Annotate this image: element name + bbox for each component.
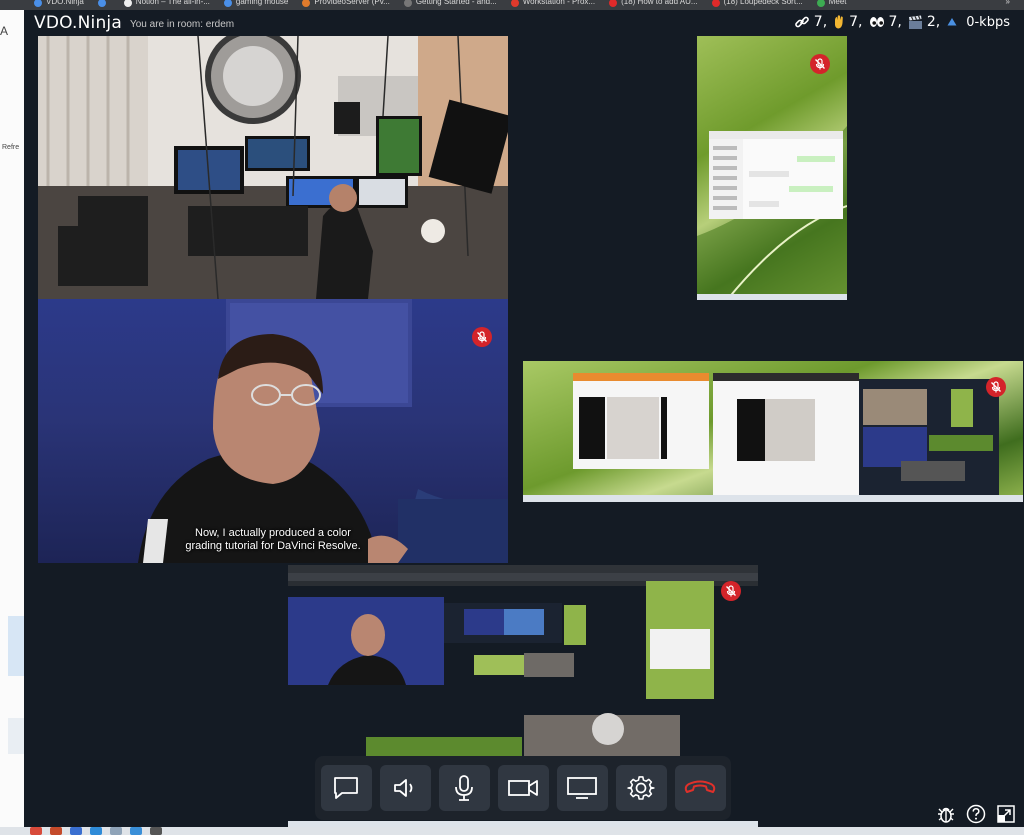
bug-icon[interactable] <box>936 804 956 824</box>
stat-hands[interactable]: 7, <box>833 14 863 30</box>
speaker-button[interactable] <box>379 765 431 811</box>
taskbar-app-icon[interactable] <box>70 827 82 835</box>
speaker-icon <box>394 779 413 797</box>
camera-icon <box>508 780 538 796</box>
desktop-screen-image <box>697 126 847 300</box>
stat-links-value: 7, <box>813 14 828 30</box>
screenshare-button[interactable] <box>556 765 608 811</box>
bookmark-favicon-icon <box>123 0 132 7</box>
muted-mic-icon <box>986 377 1006 397</box>
taskbar-app-icon[interactable] <box>90 827 102 835</box>
upload-arrow-icon <box>947 18 957 26</box>
stat-scenes-value: 2, <box>926 14 941 30</box>
bookmark-label: VDO.Ninja <box>46 0 84 6</box>
hangup-button[interactable] <box>674 765 726 811</box>
bookmark-item[interactable] <box>97 0 110 10</box>
muted-mic-icon <box>721 581 741 601</box>
top-bar: VDO.Ninja You are in room: erdem 7, 7, 7… <box>24 10 1024 36</box>
underlying-block <box>8 616 24 676</box>
stat-viewers[interactable]: 7, <box>869 14 902 30</box>
muted-mic-icon <box>810 54 830 74</box>
bookmark-item[interactable]: Workstation - Prox... <box>510 0 596 10</box>
chat-button[interactable] <box>320 765 372 811</box>
bookmark-item[interactable]: Getting Started - and... <box>403 0 497 10</box>
studio-video-image <box>38 36 508 299</box>
video-tile-desktop-portrait[interactable] <box>697 36 847 300</box>
bookmark-label: Getting Started - and... <box>415 0 497 6</box>
bookmark-favicon-icon <box>34 0 42 7</box>
taskbar-app-icon[interactable] <box>50 827 62 835</box>
link-icon <box>794 16 809 28</box>
settings-button[interactable] <box>615 765 667 811</box>
bookmark-item[interactable]: Meet <box>816 0 847 10</box>
video-tile-desktop-wide[interactable] <box>523 361 1023 502</box>
underlying-block <box>8 718 24 754</box>
bookmark-item[interactable]: (18) Loupedeck Sort... <box>711 0 803 10</box>
bookmark-favicon-icon <box>223 0 232 7</box>
muted-mic-icon <box>472 327 492 347</box>
vdo-ninja-app: VDO.Ninja You are in room: erdem 7, 7, 7… <box>24 10 1024 827</box>
resize-icon[interactable] <box>996 804 1016 824</box>
camera-button[interactable] <box>497 765 549 811</box>
stat-links[interactable]: 7, <box>794 14 827 30</box>
mic-button[interactable] <box>438 765 490 811</box>
caption-line-1: Now, I actually produced a color <box>195 527 351 539</box>
bookmark-item[interactable]: VDO.Ninja <box>34 0 84 10</box>
bookmark-favicon-icon <box>97 0 106 7</box>
bookmarks-overflow-button[interactable]: » <box>1006 0 1010 10</box>
taskbar-app-icon[interactable] <box>110 827 122 835</box>
speaker-video-image <box>138 299 508 563</box>
underlying-refresh-text: Refre <box>2 144 20 151</box>
stat-bitrate-value: 0-kbps <box>966 14 1010 30</box>
stat-scenes[interactable]: 2, <box>908 14 940 30</box>
bookmark-label: (18) Loupedeck Sort... <box>723 0 803 6</box>
bookmark-item[interactable]: ProvideoServer (Pv... <box>302 0 390 10</box>
bookmark-item[interactable]: gaming mouse <box>223 0 289 10</box>
bookmark-label: gaming mouse <box>235 0 289 6</box>
gear-icon <box>627 776 655 800</box>
bookmark-label: Workstation - Prox... <box>522 0 596 6</box>
bookmark-favicon-icon <box>609 0 618 7</box>
clapper-icon <box>908 15 922 29</box>
hangup-icon <box>684 780 716 793</box>
video-tile-studio[interactable] <box>38 36 508 299</box>
chat-icon <box>334 777 358 799</box>
os-taskbar <box>0 827 1024 835</box>
bookmark-favicon-icon <box>711 0 720 7</box>
taskbar-app-icon[interactable] <box>150 827 162 835</box>
stats-bar: 7, 7, 7, 2, 0-kbps <box>794 14 1010 30</box>
taskbar-app-icon[interactable] <box>30 827 42 835</box>
caption-overlay: Now, I actually produced a color grading… <box>38 527 508 553</box>
bookmarks-bar: VDO.Ninja Notion – The all-in-... gaming m… <box>0 0 1024 10</box>
monitor-icon <box>567 777 597 799</box>
control-bar <box>315 756 731 820</box>
hand-icon <box>835 15 843 29</box>
caption-line-2: grading tutorial for DaVinci Resolve. <box>185 540 361 552</box>
room-label: You are in room: erdem <box>129 19 235 30</box>
underlying-glyph: A <box>0 24 9 38</box>
corner-tools <box>936 804 1016 824</box>
bookmark-favicon-icon <box>403 0 412 7</box>
app-title: VDO.Ninja <box>34 13 122 33</box>
bookmark-item[interactable]: (18) How to add AU... <box>609 0 698 10</box>
eyes-icon <box>869 17 884 27</box>
bookmark-favicon-icon <box>302 0 311 7</box>
desktop-wide-image <box>523 373 1023 502</box>
bookmark-item[interactable]: Notion – The all-in-... <box>123 0 210 10</box>
stat-bitrate[interactable]: 0-kbps <box>946 15 1010 30</box>
bookmark-favicon-icon <box>816 0 825 7</box>
taskbar-app-icon[interactable] <box>130 827 142 835</box>
mic-icon <box>455 775 473 801</box>
bookmark-label: ProvideoServer (Pv... <box>314 0 390 6</box>
bookmark-favicon-icon <box>510 0 519 7</box>
bookmark-label: Notion – The all-in-... <box>135 0 210 6</box>
video-tile-speaker[interactable]: Now, I actually produced a color grading… <box>38 299 508 563</box>
stat-viewers-value: 7, <box>888 14 902 30</box>
underlying-page: A Refre <box>0 10 24 835</box>
stat-hands-value: 7, <box>849 14 863 30</box>
bookmark-label: Meet <box>828 0 847 6</box>
bookmark-label: (18) How to add AU... <box>621 0 698 6</box>
help-icon[interactable] <box>966 804 986 824</box>
